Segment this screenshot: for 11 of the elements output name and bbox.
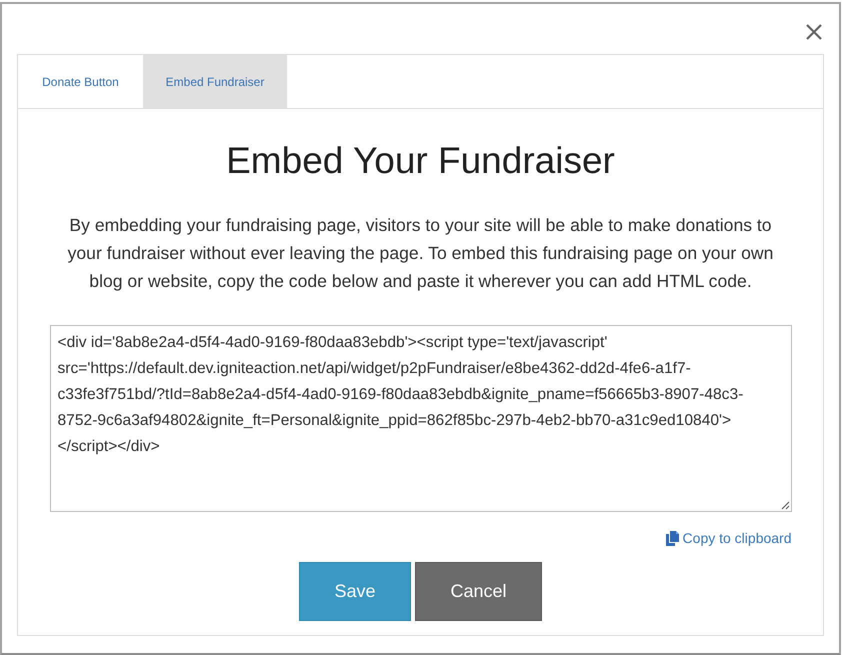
close-icon[interactable] xyxy=(806,24,822,40)
resize-grip-icon[interactable] xyxy=(780,501,790,510)
save-button[interactable]: Save xyxy=(299,562,411,621)
tab[interactable]: Donate Button xyxy=(18,55,143,108)
copy-icon xyxy=(666,530,679,546)
copy-to-clipboard-link[interactable]: Copy to clipboard xyxy=(666,529,792,547)
description-text: By embedding your fundraising page, visitors to your site will be able to make donations to your fundraiser without ever leaving the page. To embed this fundraising page on your own blog or website, copy the code below and paste it wherever you can add HTML code. xyxy=(66,214,774,293)
dialog-title: Embed Your Fundraiser xyxy=(226,139,615,183)
cancel-button[interactable]: Cancel xyxy=(415,562,542,621)
tab[interactable]: Embed Fundraiser xyxy=(143,55,287,108)
embed-code-field[interactable]: <div id='8ab8e2a4-d5f4-4ad0-9169-f80daa83ebdb'><script type='text/javascript' src='https://default.dev.igniteaction.net/api/widget/p2pFundraiser/e8be4362-dd2d-4fe6-a1f7-c33fe3f751bd/?tId=8ab8e2a4-d5f4-4ad0-9169-f80daa83ebdb&ignite_pname=f56665b3-8907-48c3-8752-9c6a3af94802&ignite_ft=Personal&ignite_ppid=862f85bc-297b-4eb2-bb70-a31c9ed10840'></script></div> xyxy=(50,325,792,512)
